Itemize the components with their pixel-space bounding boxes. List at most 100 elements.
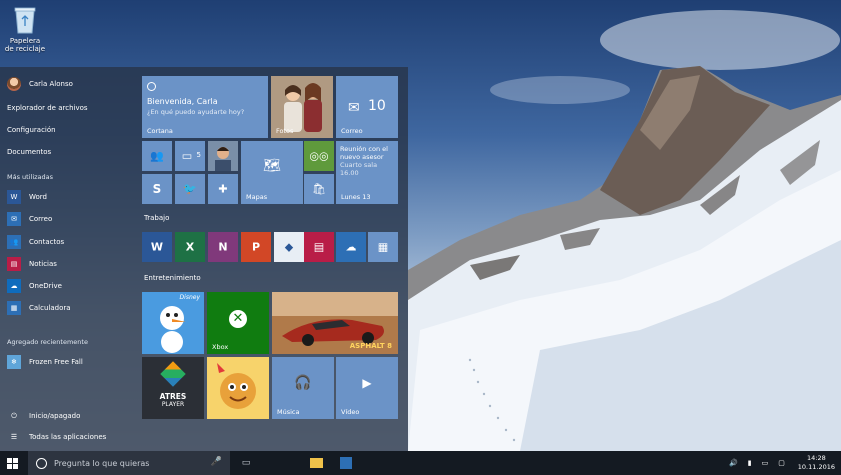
owl-icon: ◎◎ xyxy=(309,149,329,163)
tile-messaging[interactable]: ▭ 5 xyxy=(175,141,205,171)
olaf-artwork xyxy=(142,292,204,354)
microphone-icon[interactable]: 🎤 xyxy=(211,457,222,467)
app-onedrive[interactable]: ☁ OneDrive xyxy=(7,278,62,294)
tile-maps[interactable]: 🗺 Mapas xyxy=(241,141,303,204)
headphones-icon: 🎧 xyxy=(294,375,312,392)
link-label: Explorador de archivos xyxy=(7,104,88,112)
mail-icon: ✉ xyxy=(348,100,360,116)
cortana-icon xyxy=(36,457,47,469)
store-bag-icon: 🛍 xyxy=(312,182,326,196)
tile-contact-photo[interactable] xyxy=(208,141,238,171)
tile-grid: Bienvenida, Carla ¿En qué puedo ayudarte… xyxy=(142,76,398,446)
tile-photos[interactable]: Fotos xyxy=(271,76,333,138)
play-icon: ▶ xyxy=(362,376,372,391)
tile-store[interactable]: 🛍 xyxy=(304,174,334,204)
app-label: Contactos xyxy=(29,238,65,246)
tile-label: Correo xyxy=(341,127,363,135)
calendar-event: Reunión con el nuevo asesor Cuarto sala … xyxy=(340,145,388,177)
tile-atresplayer[interactable]: ATRES PLAYER xyxy=(142,357,204,419)
tile-calendar[interactable]: Reunión con el nuevo asesor Cuarto sala … xyxy=(336,141,398,204)
tile-xbox[interactable]: ✕ Xbox xyxy=(207,292,269,354)
tile-tripadvisor[interactable]: ◎◎ xyxy=(304,141,334,171)
tile-video[interactable]: ▶ Vídeo xyxy=(336,357,398,419)
all-apps-button[interactable]: ☰ Todas las aplicaciones xyxy=(7,429,106,445)
task-view-button[interactable]: ▭ xyxy=(232,451,260,475)
tile-label: Mapas xyxy=(246,193,268,201)
link-label: Configuración xyxy=(7,126,56,134)
atresplayer-logo: ATRES PLAYER xyxy=(159,392,187,409)
battery-icon[interactable]: ▭ xyxy=(762,459,769,467)
recently-added-heading: Agregado recientemente xyxy=(7,338,88,346)
people-icon: 👥 xyxy=(150,149,164,163)
app-label: Calculadora xyxy=(29,304,71,312)
map-icon: 🗺 xyxy=(263,158,281,175)
taskbar-file-explorer[interactable] xyxy=(302,451,330,475)
recycle-bin-icon xyxy=(14,6,36,34)
cortana-greeting: Bienvenida, Carla xyxy=(147,97,218,106)
avatar xyxy=(7,77,21,91)
tile-people[interactable]: 👥 xyxy=(142,141,172,171)
tile-music[interactable]: 🎧 Música xyxy=(272,357,334,419)
search-placeholder: Pregunta lo que quieras xyxy=(54,458,150,468)
recycle-bin-label: Papelera de reciclaje xyxy=(4,37,46,53)
power-label: Inicio/apagado xyxy=(29,412,81,420)
system-tray: 🔊 ▮ ▭ ▢ xyxy=(729,451,785,475)
tile-calculator[interactable]: ▦ xyxy=(368,232,398,262)
windows-logo-icon xyxy=(6,457,18,469)
taskbar-store[interactable] xyxy=(332,451,360,475)
link-file-explorer[interactable]: Explorador de archivos xyxy=(7,100,88,116)
notifications-icon[interactable]: ▢ xyxy=(778,459,785,467)
app-frozen-free-fall[interactable]: ❄ Frozen Free Fall xyxy=(7,354,83,370)
all-apps-label: Todas las aplicaciones xyxy=(29,433,107,441)
twitter-icon: 🐦 xyxy=(183,182,197,196)
tile-excel[interactable]: X xyxy=(175,232,205,262)
app-mail[interactable]: ✉ Correo xyxy=(7,211,52,227)
mail-icon: ✉ xyxy=(7,212,21,226)
clock[interactable]: 14:28 10.11.2016 xyxy=(798,454,835,472)
recycle-bin[interactable]: Papelera de reciclaje xyxy=(4,6,46,53)
power-icon: ⏻ xyxy=(11,411,17,420)
app-label: Frozen Free Fall xyxy=(29,358,83,366)
skype-icon: S xyxy=(152,182,162,196)
user-account[interactable]: Carla Alonso xyxy=(7,76,73,92)
news-icon: ▤ xyxy=(7,257,21,271)
tile-cookie-game[interactable] xyxy=(207,357,269,419)
people-icon: 👥 xyxy=(7,235,21,249)
tile-mail[interactable]: ✉ 10 Correo xyxy=(336,76,398,138)
network-icon[interactable]: ▮ xyxy=(748,459,752,467)
taskbar: Pregunta lo que quieras 🎤 ▭ 🔊 ▮ ▭ ▢ 14:2… xyxy=(0,451,841,475)
tile-label: Vídeo xyxy=(341,408,360,416)
tile-word[interactable]: W xyxy=(142,232,172,262)
app-news[interactable]: ▤ Noticias xyxy=(7,256,57,272)
atresplayer-icon xyxy=(160,361,186,387)
list-icon: ☰ xyxy=(10,433,18,441)
tile-cortana[interactable]: Bienvenida, Carla ¿En qué puedo ayudarte… xyxy=(142,76,268,138)
tile-asphalt-8[interactable]: ASPHALT 8 xyxy=(272,292,398,354)
onenote-icon: N xyxy=(218,240,228,254)
tile-onenote[interactable]: N xyxy=(208,232,238,262)
frozen-game-icon: ❄ xyxy=(7,355,21,369)
app-calculator[interactable]: ▦ Calculadora xyxy=(7,300,71,316)
powerpoint-icon: P xyxy=(251,240,261,254)
link-settings[interactable]: Configuración xyxy=(7,122,56,138)
tile-powerpoint[interactable]: P xyxy=(241,232,271,262)
tile-twitter[interactable]: 🐦 xyxy=(175,174,205,204)
app-label: Correo xyxy=(29,215,53,223)
tile-onedrive[interactable]: ☁ xyxy=(336,232,366,262)
link-label: Documentos xyxy=(7,148,52,156)
power-button[interactable]: ⏻ Inicio/apagado xyxy=(7,408,80,424)
app-contacts[interactable]: 👥 Contactos xyxy=(7,234,64,250)
cookie-character-artwork xyxy=(207,357,269,419)
tile-store-puzzle[interactable]: ✚ xyxy=(208,174,238,204)
tile-skype[interactable]: S xyxy=(142,174,172,204)
store-icon xyxy=(340,457,352,469)
user-name: Carla Alonso xyxy=(29,80,73,88)
tile-disney-frozen[interactable]: Disney xyxy=(142,292,204,354)
app-word[interactable]: W Word xyxy=(7,189,47,205)
volume-icon[interactable]: 🔊 xyxy=(729,459,738,467)
tile-sway[interactable]: ◆ xyxy=(274,232,304,262)
link-documents[interactable]: Documentos xyxy=(7,144,51,160)
start-button[interactable] xyxy=(0,451,24,475)
search-box[interactable]: Pregunta lo que quieras 🎤 xyxy=(28,451,230,475)
tile-news[interactable]: ▤ xyxy=(304,232,334,262)
